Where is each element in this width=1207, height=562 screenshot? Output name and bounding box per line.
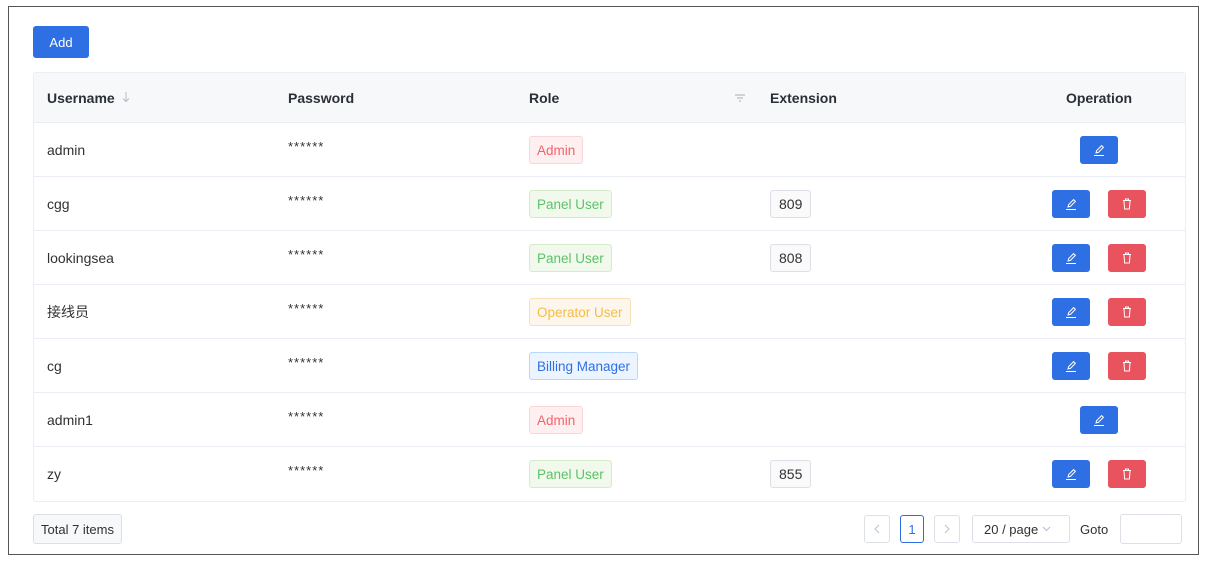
edit-button[interactable] bbox=[1080, 406, 1118, 434]
page-size-value: 20 / page bbox=[984, 521, 1039, 537]
trash-icon bbox=[1123, 360, 1131, 372]
edit-icon bbox=[1066, 198, 1077, 210]
total-items-label: Total 7 items bbox=[33, 514, 122, 544]
role-tag: Billing Manager bbox=[529, 352, 639, 380]
users-table: Username Password Role Extension Operati… bbox=[33, 72, 1186, 502]
edit-button[interactable] bbox=[1052, 190, 1090, 218]
column-header-extension: Extension bbox=[770, 90, 837, 106]
edit-icon bbox=[1066, 468, 1077, 480]
username-cell: cg bbox=[47, 358, 62, 374]
trash-icon bbox=[1123, 468, 1131, 480]
extension-value: 808 bbox=[770, 244, 812, 272]
column-header-username-label: Username bbox=[47, 90, 115, 106]
edit-icon bbox=[1094, 414, 1105, 426]
chevron-right-icon bbox=[944, 524, 950, 534]
role-tag: Admin bbox=[529, 136, 584, 164]
password-cell: ****** bbox=[288, 246, 325, 262]
operation-cell bbox=[1011, 447, 1185, 501]
add-button[interactable]: Add bbox=[33, 26, 89, 58]
page-size-select[interactable]: 20 / page bbox=[972, 515, 1070, 543]
operation-cell bbox=[1011, 285, 1185, 339]
table-body: admin ****** Admin cgg ****** Panel User… bbox=[34, 123, 1185, 501]
table-header: Username Password Role Extension Operati… bbox=[34, 73, 1185, 123]
trash-icon bbox=[1123, 252, 1131, 264]
table-row: admin1 ****** Admin bbox=[34, 393, 1185, 447]
table-row: cgg ****** Panel User 809 bbox=[34, 177, 1185, 231]
delete-button[interactable] bbox=[1108, 244, 1146, 272]
prev-page-button[interactable] bbox=[864, 515, 890, 543]
edit-icon bbox=[1094, 144, 1105, 156]
operation-cell bbox=[1011, 177, 1185, 231]
operation-cell bbox=[1011, 231, 1185, 285]
password-cell: ****** bbox=[288, 300, 325, 316]
goto-page-input[interactable] bbox=[1120, 514, 1183, 544]
arrow-down-icon[interactable] bbox=[121, 91, 131, 106]
edit-button[interactable] bbox=[1080, 136, 1118, 164]
column-header-role: Role bbox=[529, 90, 560, 106]
pagination: 1 20 / page Goto bbox=[864, 514, 1183, 544]
role-tag: Panel User bbox=[529, 244, 612, 272]
table-row: zy ****** Panel User 855 bbox=[34, 447, 1185, 501]
edit-icon bbox=[1066, 252, 1077, 264]
delete-button[interactable] bbox=[1108, 460, 1146, 488]
role-tag: Operator User bbox=[529, 298, 631, 326]
edit-button[interactable] bbox=[1052, 460, 1090, 488]
extension-value: 809 bbox=[770, 190, 812, 218]
username-cell: zy bbox=[47, 466, 61, 482]
delete-button[interactable] bbox=[1108, 298, 1146, 326]
chevron-left-icon bbox=[874, 524, 880, 534]
password-cell: ****** bbox=[288, 192, 325, 208]
username-cell: lookingsea bbox=[47, 250, 114, 266]
next-page-button[interactable] bbox=[934, 515, 960, 543]
edit-icon bbox=[1066, 360, 1077, 372]
operation-cell bbox=[1011, 123, 1185, 177]
trash-icon bbox=[1123, 198, 1131, 210]
edit-button[interactable] bbox=[1052, 352, 1090, 380]
column-header-operation: Operation bbox=[1065, 90, 1133, 106]
table-row: admin ****** Admin bbox=[34, 123, 1185, 177]
role-tag: Panel User bbox=[529, 460, 612, 488]
extension-value: 855 bbox=[770, 460, 812, 488]
username-cell: cgg bbox=[47, 196, 70, 212]
password-cell: ****** bbox=[288, 462, 325, 478]
operation-cell bbox=[1011, 393, 1185, 447]
table-row: 接线员 ****** Operator User bbox=[34, 285, 1185, 339]
page-number-current[interactable]: 1 bbox=[900, 515, 924, 543]
edit-button[interactable] bbox=[1052, 298, 1090, 326]
chevron-down-icon bbox=[1042, 524, 1051, 535]
column-header-password: Password bbox=[288, 90, 355, 106]
username-cell: admin1 bbox=[47, 412, 93, 428]
goto-label: Goto bbox=[1080, 521, 1109, 537]
filter-icon[interactable] bbox=[734, 73, 746, 123]
username-cell: 接线员 bbox=[47, 304, 89, 320]
edit-button[interactable] bbox=[1052, 244, 1090, 272]
column-header-username[interactable]: Username bbox=[47, 73, 131, 123]
password-cell: ****** bbox=[288, 354, 325, 370]
password-cell: ****** bbox=[288, 408, 325, 424]
delete-button[interactable] bbox=[1108, 190, 1146, 218]
role-tag: Panel User bbox=[529, 190, 612, 218]
trash-icon bbox=[1123, 306, 1131, 318]
username-cell: admin bbox=[47, 142, 86, 158]
edit-icon bbox=[1066, 306, 1077, 318]
table-row: cg ****** Billing Manager bbox=[34, 339, 1185, 393]
password-cell: ****** bbox=[288, 138, 325, 154]
role-tag: Admin bbox=[529, 406, 584, 434]
table-row: lookingsea ****** Panel User 808 bbox=[34, 231, 1185, 285]
delete-button[interactable] bbox=[1108, 352, 1146, 380]
operation-cell bbox=[1011, 339, 1185, 393]
